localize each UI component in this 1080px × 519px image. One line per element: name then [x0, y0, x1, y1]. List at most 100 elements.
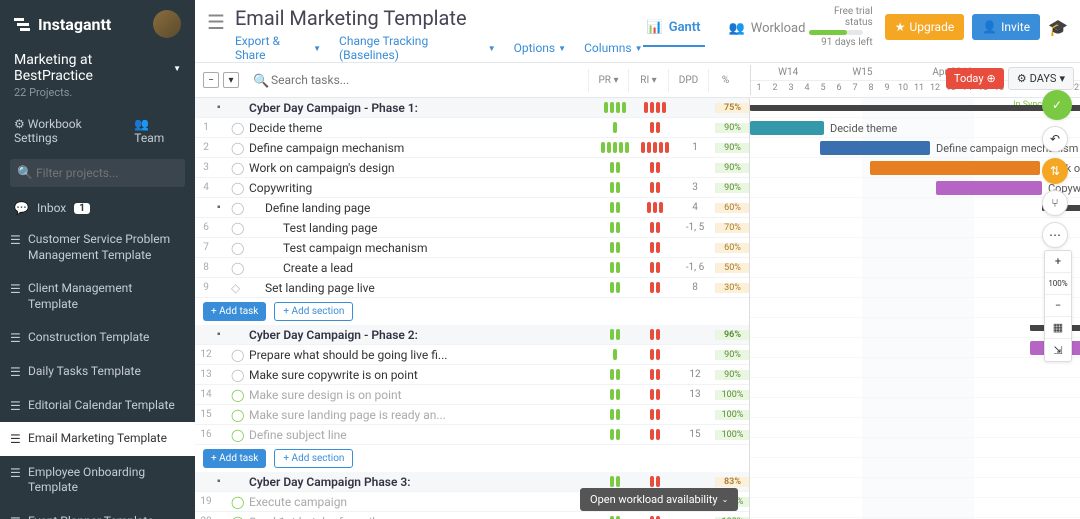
- task-name: Decide theme: [247, 121, 595, 135]
- row-number: 4: [195, 182, 217, 193]
- zoom-level: 100%: [1045, 273, 1071, 295]
- expand-toggle[interactable]: ▪: [217, 476, 231, 487]
- sidebar-project-item[interactable]: ☰Email Marketing Template: [0, 422, 195, 456]
- column-ri[interactable]: RI ▾: [628, 69, 668, 92]
- invite-button[interactable]: 👤 Invite: [972, 14, 1040, 40]
- task-row[interactable]: 6◯Test landing page-1, 570%: [195, 218, 749, 238]
- complete-icon[interactable]: ◯: [231, 408, 247, 422]
- header-menu-item[interactable]: Options ▼: [514, 34, 566, 62]
- tab-workload[interactable]: 👥 Workload: [725, 14, 810, 47]
- task-row[interactable]: 7◯Test campaign mechanism60%: [195, 238, 749, 258]
- complete-icon[interactable]: ◇: [231, 281, 247, 295]
- days-scale-button[interactable]: ⚙ DAYS ▾: [1008, 67, 1074, 90]
- header-menu-item[interactable]: Change Tracking (Baselines) ▼: [339, 34, 496, 62]
- calendar-button[interactable]: ▦: [1045, 317, 1071, 339]
- section-bar[interactable]: Cyber Day Campaign - Ph: [750, 105, 1080, 111]
- header-menu-item[interactable]: Columns ▼: [584, 34, 642, 62]
- column-percent[interactable]: %: [708, 69, 742, 92]
- column-dpd[interactable]: DPD: [668, 69, 708, 92]
- graduation-icon[interactable]: 🎓: [1048, 18, 1068, 37]
- task-bar[interactable]: Decide theme: [750, 121, 824, 135]
- risk-dots: [635, 122, 675, 133]
- task-row[interactable]: 16◯Define subject line15100%: [195, 425, 749, 445]
- task-row[interactable]: 8◯Create a lead-1, 650%: [195, 258, 749, 278]
- inbox-link[interactable]: 💬 Inbox 1: [0, 193, 195, 223]
- complete-icon[interactable]: ◯: [231, 261, 247, 275]
- task-row[interactable]: 9◇Set landing page live830%: [195, 278, 749, 298]
- workspace-selector[interactable]: Marketing at BestPractice▼: [14, 52, 181, 84]
- today-button[interactable]: Today ⊕: [946, 68, 1004, 89]
- expand-toggle[interactable]: ▪: [217, 202, 231, 213]
- expand-toggle[interactable]: ▪: [217, 329, 231, 340]
- sort-button[interactable]: ⇅: [1042, 158, 1068, 184]
- complete-icon[interactable]: ◯: [231, 201, 247, 215]
- add-section-button[interactable]: + Add section: [274, 449, 353, 468]
- complete-icon[interactable]: ◯: [231, 221, 247, 235]
- section-row[interactable]: ▪Cyber Day Campaign - Phase 2:96%: [195, 325, 749, 345]
- percent-cell: 90%: [715, 350, 749, 360]
- percent-cell: 50%: [715, 263, 749, 273]
- complete-icon[interactable]: ◯: [231, 495, 247, 509]
- task-row[interactable]: 20◯Send 1st batch of emails100%: [195, 512, 749, 519]
- complete-icon[interactable]: ◯: [231, 348, 247, 362]
- complete-icon[interactable]: ◯: [231, 428, 247, 442]
- upgrade-button[interactable]: ★ Upgrade: [885, 14, 965, 40]
- workload-availability-button[interactable]: Open workload availability ⌄: [580, 488, 738, 511]
- task-row[interactable]: 12◯Prepare what should be going live fi.…: [195, 345, 749, 365]
- sidebar-project-item[interactable]: ☰Employee Onboarding Template: [0, 456, 195, 505]
- complete-icon[interactable]: ◯: [231, 161, 247, 175]
- add-section-button[interactable]: + Add section: [274, 302, 353, 321]
- sidebar-project-item[interactable]: ☰Construction Template: [0, 321, 195, 355]
- fit-button[interactable]: ⇲: [1045, 339, 1071, 361]
- menu-icon[interactable]: ☰: [207, 6, 225, 34]
- gantt-chart[interactable]: In Sync Cyber Day Campaign - PhDecide th…: [750, 98, 1080, 519]
- header-menu-item[interactable]: Export & Share ▼: [235, 34, 321, 62]
- branch-button[interactable]: ⑂: [1042, 190, 1068, 216]
- percent-cell: 100%: [715, 390, 749, 400]
- user-avatar[interactable]: [153, 10, 181, 38]
- add-task-button[interactable]: + Add task: [203, 302, 266, 321]
- task-row[interactable]: 14◯Make sure design is on point13100%: [195, 385, 749, 405]
- task-name: Define campaign mechanism: [247, 141, 595, 155]
- complete-icon[interactable]: ◯: [231, 141, 247, 155]
- collapse-all-button[interactable]: −: [203, 72, 219, 88]
- complete-icon[interactable]: ◯: [231, 388, 247, 402]
- complete-icon[interactable]: ◯: [231, 241, 247, 255]
- task-bar[interactable]: Define campaign mechanism: [820, 141, 930, 155]
- search-tasks-input[interactable]: [249, 67, 584, 93]
- sidebar-project-item[interactable]: ☰Client Management Template: [0, 272, 195, 321]
- column-pr[interactable]: PR ▾: [588, 69, 628, 92]
- risk-dots: [635, 282, 675, 293]
- add-task-button[interactable]: + Add task: [203, 449, 266, 468]
- sidebar-project-item[interactable]: ☰Customer Service Problem Management Tem…: [0, 223, 195, 272]
- task-row[interactable]: 1◯Decide theme90%: [195, 118, 749, 138]
- zoom-out-button[interactable]: −: [1045, 295, 1071, 317]
- task-bar[interactable]: Copywriting: [936, 181, 1042, 195]
- sidebar-project-item[interactable]: ☰Event Planner Template: [0, 505, 195, 519]
- more-button[interactable]: ⋯: [1042, 222, 1068, 248]
- task-row[interactable]: 4◯Copywriting390%: [195, 178, 749, 198]
- complete-icon[interactable]: ◯: [231, 121, 247, 135]
- complete-icon[interactable]: ◯: [231, 181, 247, 195]
- filter-projects-input[interactable]: [10, 159, 185, 187]
- sidebar-project-item[interactable]: ☰Editorial Calendar Template: [0, 389, 195, 423]
- task-row[interactable]: 15◯Make sure landing page is ready an...…: [195, 405, 749, 425]
- sidebar-project-item[interactable]: ☰Daily Tasks Template: [0, 355, 195, 389]
- priority-dots: [595, 429, 635, 440]
- undo-button[interactable]: ↶: [1042, 126, 1068, 152]
- complete-icon[interactable]: ◯: [231, 368, 247, 382]
- tab-gantt[interactable]: 📊 Gantt: [643, 14, 705, 47]
- zoom-in-button[interactable]: +: [1045, 251, 1071, 273]
- team-link[interactable]: 👥 Team: [134, 117, 181, 145]
- task-row[interactable]: 13◯Make sure copywrite is on point1290%: [195, 365, 749, 385]
- complete-icon[interactable]: ◯: [231, 515, 247, 519]
- task-row[interactable]: ▪◯Define landing page460%: [195, 198, 749, 218]
- workbook-settings-link[interactable]: ⚙ Workbook Settings: [14, 117, 126, 145]
- section-row[interactable]: ▪Cyber Day Campaign - Phase 1:75%: [195, 98, 749, 118]
- expand-all-button[interactable]: ▾: [223, 72, 239, 88]
- task-bar[interactable]: Work on campaign's design: [870, 161, 1040, 175]
- expand-toggle[interactable]: ▪: [217, 102, 231, 113]
- sync-ok-button[interactable]: ✓: [1042, 90, 1072, 120]
- task-row[interactable]: 2◯Define campaign mechanism190%: [195, 138, 749, 158]
- task-row[interactable]: 3◯Work on campaign's design90%: [195, 158, 749, 178]
